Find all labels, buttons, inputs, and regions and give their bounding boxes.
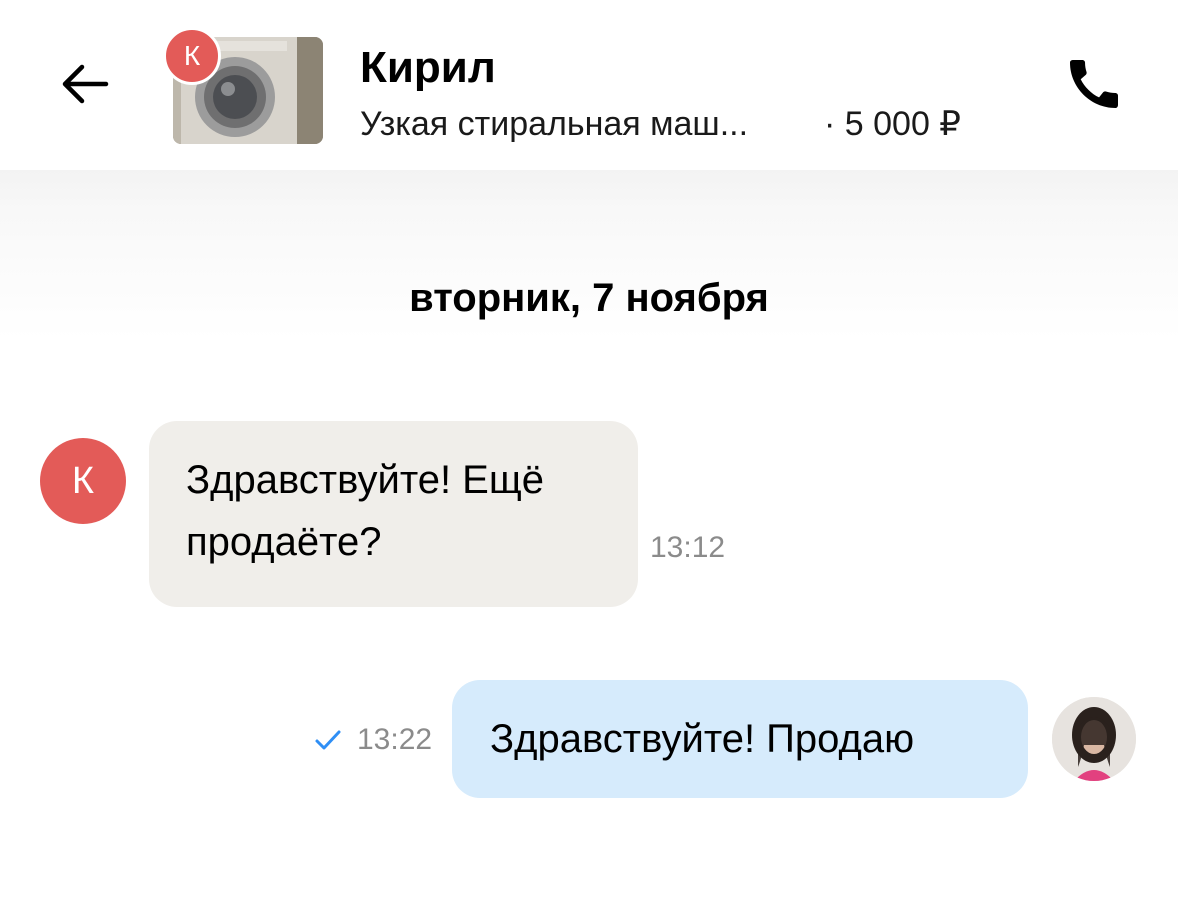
check-icon: [313, 725, 343, 755]
product-subtitle[interactable]: Узкая стиральная маш... · 5 000 ₽: [360, 102, 961, 146]
message-text-line: Здравствуйте! Ещё: [186, 458, 545, 502]
date-separator: вторник, 7 ноября: [409, 276, 769, 320]
arrow-left-icon: [62, 64, 109, 104]
incoming-message-bubble[interactable]: Здравствуйте! Ещё продаёте?: [149, 421, 638, 607]
contact-avatar: К: [163, 27, 221, 85]
phone-icon: [1070, 59, 1118, 108]
back-button[interactable]: [52, 52, 116, 116]
user-photo: [1052, 697, 1136, 781]
message-text: Здравствуйте! Продаю: [490, 717, 915, 761]
message-text-line: продаёте?: [186, 520, 382, 564]
outgoing-message-bubble[interactable]: Здравствуйте! Продаю: [452, 680, 1028, 798]
message-time: 13:22: [357, 723, 433, 756]
message-time: 13:12: [650, 531, 726, 564]
chat-header: К Кирил Узкая стиральная маш... · 5 000 …: [0, 0, 1178, 170]
contact-name[interactable]: Кирил: [360, 40, 496, 96]
sender-avatar[interactable]: К: [40, 438, 126, 524]
product-price: · 5 000 ₽: [824, 105, 961, 143]
my-avatar[interactable]: [1052, 697, 1136, 781]
message-status: 13:22: [313, 720, 432, 760]
product-title: Узкая стиральная маш...: [360, 105, 749, 143]
call-button[interactable]: [1058, 52, 1130, 116]
